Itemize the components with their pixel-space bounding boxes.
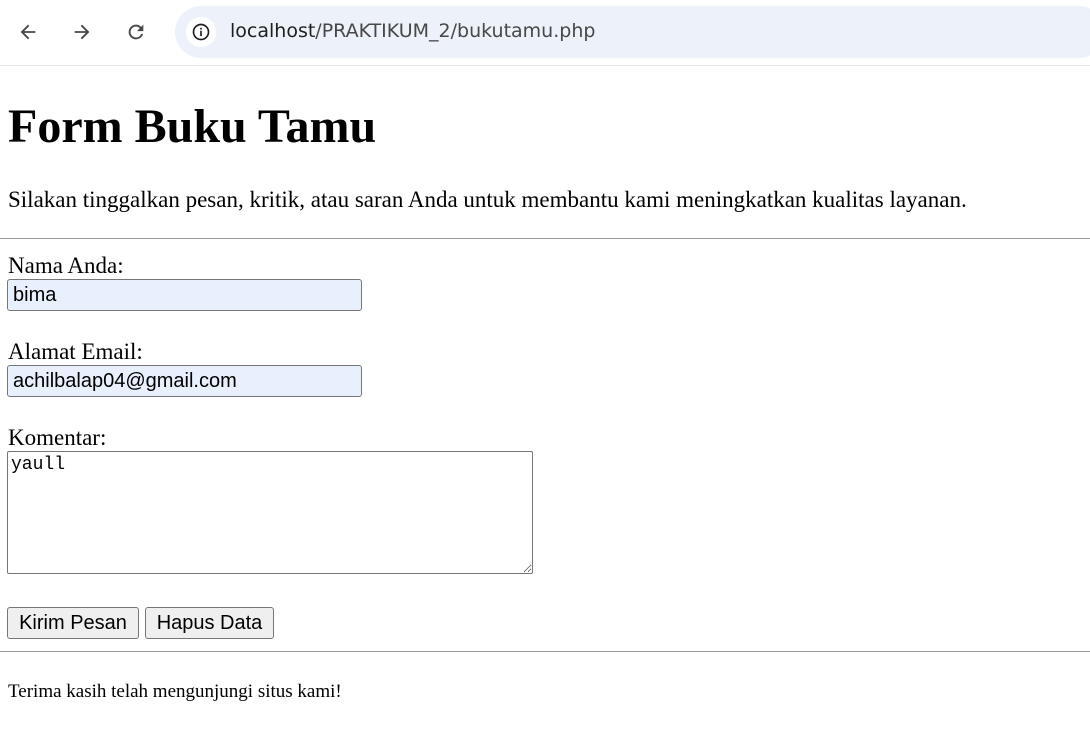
comment-textarea[interactable]: yaull	[7, 451, 533, 574]
comment-label: Komentar:	[8, 425, 107, 450]
divider-bottom	[0, 651, 1090, 652]
forward-button[interactable]	[65, 15, 99, 49]
arrow-right-icon	[74, 24, 90, 40]
arrow-left-icon	[20, 24, 36, 40]
site-info-button[interactable]	[186, 17, 216, 47]
intro-text: Silakan tinggalkan pesan, kritik, atau s…	[8, 187, 967, 212]
back-button[interactable]	[11, 15, 45, 49]
info-icon	[192, 23, 210, 41]
address-bar[interactable]: localhost/PRAKTIKUM_2/bukutamu.php	[175, 6, 1090, 58]
url-host: localhost	[230, 20, 316, 42]
name-label: Nama Anda:	[8, 253, 124, 278]
page-title: Form Buku Tamu	[8, 100, 377, 153]
url-text[interactable]: localhost/PRAKTIKUM_2/bukutamu.php	[230, 20, 595, 42]
browser-toolbar: localhost/PRAKTIKUM_2/bukutamu.php	[0, 0, 1090, 66]
email-label: Alamat Email:	[8, 339, 143, 364]
reload-icon	[128, 24, 144, 40]
email-input[interactable]	[7, 365, 362, 397]
reset-button[interactable]: Hapus Data	[145, 607, 274, 639]
divider-top	[0, 238, 1090, 239]
submit-button[interactable]: Kirim Pesan	[7, 607, 139, 639]
reload-button[interactable]	[119, 15, 153, 49]
footer-text: Terima kasih telah mengunjungi situs kam…	[8, 681, 342, 702]
url-path: /PRAKTIKUM_2/bukutamu.php	[315, 20, 596, 42]
name-input[interactable]	[7, 279, 362, 311]
